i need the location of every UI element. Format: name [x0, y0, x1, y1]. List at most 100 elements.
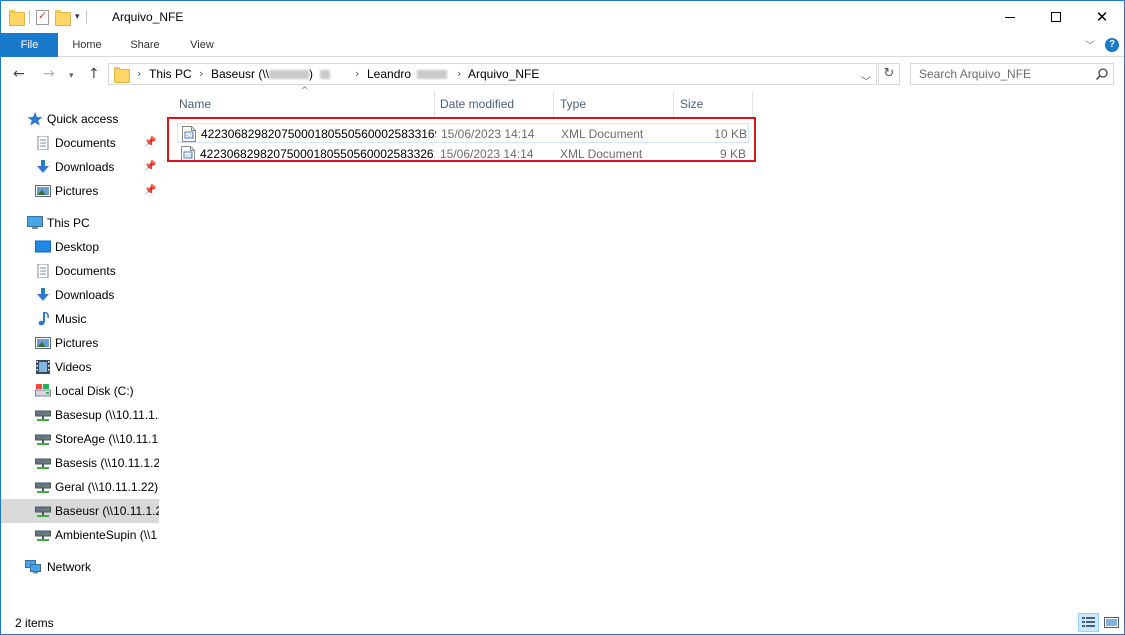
details-view-icon	[1082, 617, 1095, 627]
new-folder-icon[interactable]	[55, 9, 71, 26]
downloads-icon	[37, 160, 49, 173]
breadcrumb-separator-icon: ›	[199, 67, 204, 80]
sidebar-item-documents[interactable]: Documents	[1, 259, 159, 283]
properties-icon[interactable]	[36, 9, 49, 25]
breadcrumb-leandro-label: Leandro	[367, 67, 412, 81]
sidebar-item-quick-downloads[interactable]: Downloads 📌	[1, 155, 159, 179]
refresh-button[interactable]: ↻	[878, 63, 900, 85]
sidebar-item-label: Documents	[55, 136, 116, 150]
close-button[interactable]: ✕	[1079, 1, 1124, 33]
sidebar-item-storeage[interactable]: StoreAge (\\10.11.1.	[1, 427, 159, 451]
local-disk-icon	[35, 384, 51, 397]
sidebar-item-ambientesupin[interactable]: AmbienteSupin (\\1	[1, 523, 159, 547]
sidebar-item-quick-pictures[interactable]: Pictures 📌	[1, 179, 159, 203]
redacted-text	[320, 70, 331, 80]
sidebar-item-label: Downloads	[55, 288, 115, 302]
navigation-bar: ← → ▾ ↑ › This PC › Baseusr (\\) › Leand…	[1, 58, 1124, 90]
videos-icon	[36, 360, 50, 374]
details-view-button[interactable]	[1078, 613, 1099, 632]
column-header-size[interactable]: Size	[674, 91, 753, 117]
breadcrumb-arquivo-nfe[interactable]: Arquivo_NFE	[468, 67, 539, 81]
breadcrumb-this-pc[interactable]: This PC	[149, 67, 192, 81]
network-drive-icon	[35, 458, 51, 469]
network-drive-icon	[35, 434, 51, 445]
pin-icon[interactable]: 📌	[144, 179, 156, 203]
sidebar-item-label: StoreAge (\\10.11.1.	[55, 432, 159, 446]
sidebar-item-geral[interactable]: Geral (\\10.11.1.22)	[1, 475, 159, 499]
ribbon-tabs: File Home Share View ﹀ ?	[1, 33, 1124, 57]
column-header-date-modified[interactable]: Date modified	[434, 91, 554, 117]
breadcrumb-baseusr-close: )	[309, 67, 314, 81]
sidebar-item-label: This PC	[47, 216, 90, 230]
sidebar-item-music[interactable]: Music	[1, 307, 159, 331]
sidebar-item-label: Baseusr (\\10.11.1.2	[55, 504, 159, 518]
sidebar-item-this-pc[interactable]: This PC	[1, 211, 159, 235]
sidebar-item-desktop[interactable]: Desktop	[1, 235, 159, 259]
file-type: XML Document	[561, 127, 644, 141]
network-drive-icon	[35, 506, 51, 517]
documents-icon	[37, 136, 49, 150]
sidebar-item-basesup[interactable]: Basesup (\\10.11.1.2	[1, 403, 159, 427]
up-arrow-icon[interactable]: ↑	[88, 66, 100, 82]
sidebar-item-pictures[interactable]: Pictures	[1, 331, 159, 355]
file-row[interactable]: </> 4223068298207500018055056000258332​6…	[177, 144, 749, 164]
customize-toolbar-chevron-icon[interactable]: ▾	[75, 12, 80, 22]
search-box[interactable]	[910, 63, 1114, 85]
explorer-window: ▾ Arquivo_NFE ✕ File Home Share View ﹀ ?…	[0, 0, 1125, 635]
sidebar-item-videos[interactable]: Videos	[1, 355, 159, 379]
sidebar-item-basesis[interactable]: Basesis (\\10.11.1.22	[1, 451, 159, 475]
search-input[interactable]	[911, 64, 1091, 84]
redacted-text	[269, 70, 310, 80]
forward-arrow-icon[interactable]: →	[43, 66, 55, 82]
xml-file-icon: </>	[182, 126, 196, 142]
quick-access-toolbar: ▾	[9, 8, 87, 26]
column-header-type[interactable]: Type	[554, 91, 674, 117]
search-icon[interactable]	[1095, 67, 1109, 81]
expand-ribbon-chevron-icon[interactable]: ﹀	[1085, 37, 1095, 52]
sidebar-item-network[interactable]: Network	[1, 555, 159, 579]
column-header-name[interactable]: Name	[173, 91, 435, 117]
recent-locations-chevron-icon[interactable]: ▾	[69, 68, 74, 84]
file-row[interactable]: </> 4223068298207500018055056000258331​6…	[177, 123, 749, 143]
window-title: Arquivo_NFE	[112, 10, 184, 24]
navigation-pane: Quick access Documents 📌 Downloads 📌 Pic…	[1, 91, 161, 606]
breadcrumb-baseusr[interactable]: Baseusr (\\)	[211, 67, 331, 81]
sidebar-item-label: Downloads	[55, 160, 115, 174]
sidebar-item-label: Local Disk (C:)	[55, 384, 134, 398]
file-date-modified: 15/06/2023 14:14	[441, 127, 535, 141]
breadcrumb-separator-icon: ›	[457, 67, 462, 80]
breadcrumb-separator-icon: ›	[355, 67, 360, 80]
sidebar-item-label: Pictures	[55, 184, 99, 198]
network-drive-icon	[35, 410, 51, 421]
maximize-button[interactable]	[1033, 1, 1079, 33]
tab-view[interactable]: View	[182, 33, 222, 57]
title-bar: ▾ Arquivo_NFE ✕	[1, 1, 1124, 33]
sidebar-item-baseusr[interactable]: Baseusr (\\10.11.1.2	[1, 499, 159, 523]
sidebar-item-quick-documents[interactable]: Documents 📌	[1, 131, 159, 155]
folder-icon	[114, 67, 130, 83]
sidebar-item-label: Pictures	[55, 336, 99, 350]
network-drive-icon	[35, 530, 51, 541]
tab-file[interactable]: File	[1, 33, 58, 57]
tab-home[interactable]: Home	[67, 33, 107, 57]
pin-icon[interactable]: 📌	[144, 155, 156, 179]
back-arrow-icon[interactable]: ←	[13, 66, 25, 82]
sidebar-item-label: Network	[47, 560, 92, 574]
sidebar-item-label: Quick access	[47, 112, 119, 126]
help-icon[interactable]: ?	[1105, 38, 1119, 52]
sidebar-item-quick-access[interactable]: Quick access	[1, 107, 159, 131]
address-bar[interactable]: › This PC › Baseusr (\\) › Leandro › Arq…	[108, 63, 877, 88]
xml-file-icon: </>	[181, 146, 195, 162]
breadcrumb-leandro[interactable]: Leandro	[367, 67, 448, 81]
file-size: 10 KB	[714, 127, 747, 141]
large-icons-view-button[interactable]	[1101, 613, 1122, 632]
sidebar-item-downloads[interactable]: Downloads	[1, 283, 159, 307]
breadcrumb-baseusr-label: Baseusr (\\	[211, 67, 270, 81]
tab-share[interactable]: Share	[125, 33, 165, 57]
item-count: 2 items	[15, 616, 54, 630]
minimize-button[interactable]	[987, 1, 1033, 33]
sidebar-item-local-disk[interactable]: Local Disk (C:)	[1, 379, 159, 403]
pin-icon[interactable]: 📌	[144, 131, 156, 155]
address-history-chevron-icon[interactable]: ﹀	[861, 73, 871, 88]
minimize-icon	[1005, 16, 1015, 18]
